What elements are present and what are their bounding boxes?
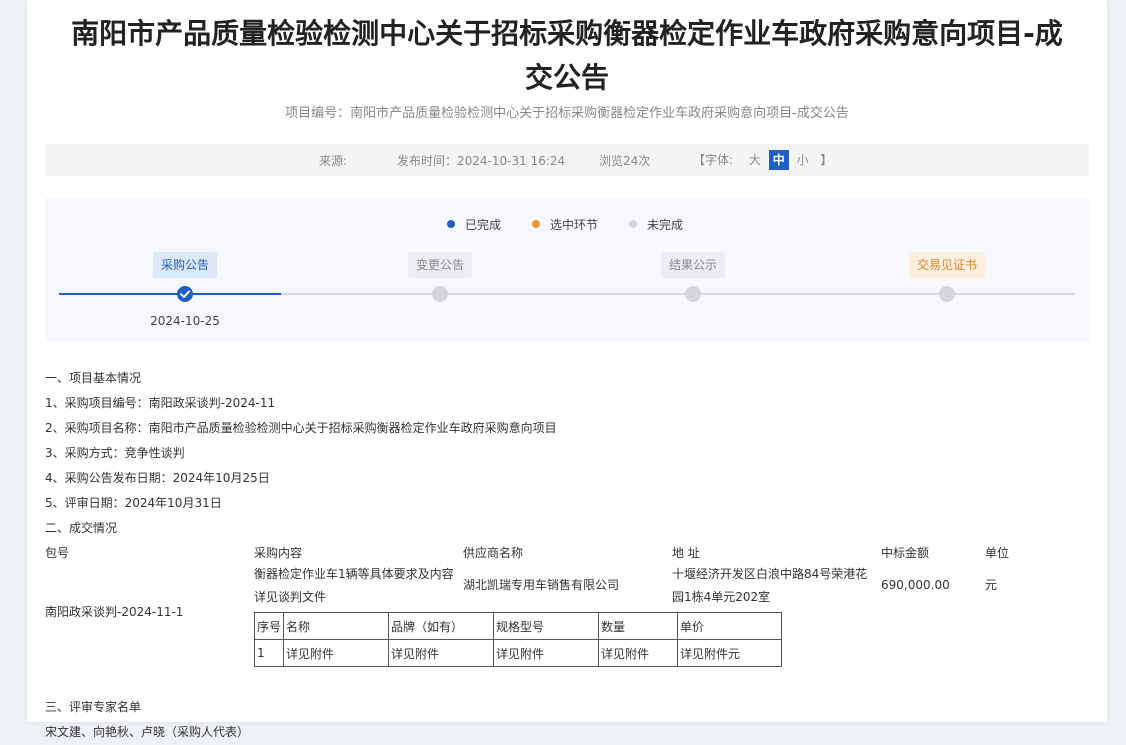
section-heading: 一、项目基本情况 xyxy=(45,371,142,385)
font-bracket-open: 【字体: xyxy=(693,153,734,167)
step-change-notice[interactable]: 变更公告 xyxy=(407,252,473,278)
notice-page: 南阳市产品质量检验检测中心关于招标采购衡器检定作业车政府采购意向项目-成交公告 … xyxy=(27,0,1107,739)
track-todo xyxy=(281,293,1075,295)
package-number: 南阳政采谈判-2024-11-1 xyxy=(45,605,184,619)
header-address: 地 址 xyxy=(672,546,700,560)
font-bracket-close: 】 xyxy=(820,153,833,167)
view-count: 浏览24次 xyxy=(599,154,651,168)
table-header-cell: 名称 xyxy=(283,612,390,640)
basic-item: 3、采购方式：竞争性谈判 xyxy=(45,446,185,460)
notice-content: 一、项目基本情况 1、采购项目编号：南阳政采谈判-2024-11 2、采购项目名… xyxy=(45,366,1089,745)
table-header-cell: 品牌（如有） xyxy=(388,612,495,640)
font-small-button[interactable]: 小 xyxy=(793,150,813,170)
amount-unit: 元 xyxy=(985,578,998,592)
content-line: 详见谈判文件 xyxy=(254,590,327,604)
selected-dot-icon xyxy=(532,220,540,228)
address-line: 园1栋4单元202室 xyxy=(672,590,771,604)
font-size-switcher: 【字体: 大 中 小 】 xyxy=(689,150,836,170)
page-title: 南阳市产品质量检验检测中心关于招标采购衡器检定作业车政府采购意向项目-成交公告 xyxy=(71,17,1063,94)
table-cell: 详见附件 xyxy=(493,639,600,667)
source-label: 来源: xyxy=(319,154,348,168)
expert-list: 宋文建、向艳秋、卢晓（采购人代表） xyxy=(45,725,250,739)
track-done xyxy=(59,293,281,295)
items-table: 序号 名称 品牌（如有） 规格型号 数量 单价 1 详见附件 详见附件 详见附件… xyxy=(253,612,783,667)
publish-time: 发布时间：2024-10-31 16:24 xyxy=(397,154,566,168)
section-heading: 三、评审专家名单 xyxy=(45,700,142,714)
meta-bar: 来源: 发布时间：2024-10-31 16:24 浏览24次 【字体: 大 中… xyxy=(45,144,1089,176)
pending-node-icon xyxy=(685,286,701,302)
basic-item: 4、采购公告发布日期：2024年10月25日 xyxy=(45,471,270,485)
legend-todo: 未完成 xyxy=(629,216,683,233)
table-cell: 1 xyxy=(253,639,285,667)
winning-amount: 690,000.00 xyxy=(881,578,950,592)
check-icon xyxy=(177,286,193,302)
font-large-button[interactable]: 大 xyxy=(745,150,765,170)
legend-label: 选中环节 xyxy=(550,218,599,232)
pending-node-icon xyxy=(939,286,955,302)
table-header-cell: 序号 xyxy=(253,612,285,640)
basic-item: 5、评审日期：2024年10月31日 xyxy=(45,496,222,510)
table-cell: 详见附件 xyxy=(283,639,390,667)
legend-label: 已完成 xyxy=(465,218,502,232)
header-unit: 单位 xyxy=(985,546,1010,560)
basic-item: 2、采购项目名称：南阳市产品质量检验检测中心关于招标采购衡器检定作业车政府采购意… xyxy=(45,421,557,435)
font-medium-button[interactable]: 中 xyxy=(768,150,789,170)
table-header-cell: 数量 xyxy=(598,612,679,640)
legend-selected: 选中环节 xyxy=(532,216,598,233)
pending-node-icon xyxy=(432,286,448,302)
header-amount: 中标金额 xyxy=(881,546,930,560)
table-cell: 详见附件 xyxy=(388,639,495,667)
progress-tracker: 已完成 选中环节 未完成 采购公告 变更公告 结果公示 交易见证书 2024-1… xyxy=(45,198,1089,342)
step-result-publicity[interactable]: 结果公示 xyxy=(660,252,726,278)
todo-dot-icon xyxy=(629,220,637,228)
section-heading: 二、成交情况 xyxy=(45,521,118,535)
deal-table: 包号 采购内容 供应商名称 地 址 中标金额 单位 南阳政采谈判-2024-11… xyxy=(45,541,1089,695)
table-row: 1 详见附件 详见附件 详见附件 详见附件 详见附件元 xyxy=(253,639,783,667)
content-line: 衡器检定作业车1辆等具体要求及内容 xyxy=(254,567,454,581)
step-date: 2024-10-25 xyxy=(150,314,220,328)
table-cell: 详见附件 xyxy=(598,639,679,667)
header-supplier: 供应商名称 xyxy=(463,546,524,560)
project-number: 项目编号：南阳市产品质量检验检测中心关于招标采购衡器检定作业车政府采购意向项目-… xyxy=(285,106,849,121)
supplier-name: 湖北凯瑞专用车销售有限公司 xyxy=(463,578,620,592)
done-dot-icon xyxy=(447,220,455,228)
header-content: 采购内容 xyxy=(254,546,303,560)
table-header-cell: 单价 xyxy=(677,612,783,640)
table-header-cell: 规格型号 xyxy=(493,612,600,640)
header-package: 包号 xyxy=(45,546,70,560)
legend-label: 未完成 xyxy=(647,218,684,232)
table-header-row: 序号 名称 品牌（如有） 规格型号 数量 单价 xyxy=(253,612,783,640)
table-cell: 详见附件元 xyxy=(677,639,783,667)
legend-done: 已完成 xyxy=(447,216,501,233)
step-transaction-certificate[interactable]: 交易见证书 xyxy=(908,252,986,278)
address-line: 十堰经济开发区白浪中路84号荣港花 xyxy=(672,567,868,581)
basic-item: 1、采购项目编号：南阳政采谈判-2024-11 xyxy=(45,396,276,410)
step-procurement-notice[interactable]: 采购公告 xyxy=(152,252,218,278)
